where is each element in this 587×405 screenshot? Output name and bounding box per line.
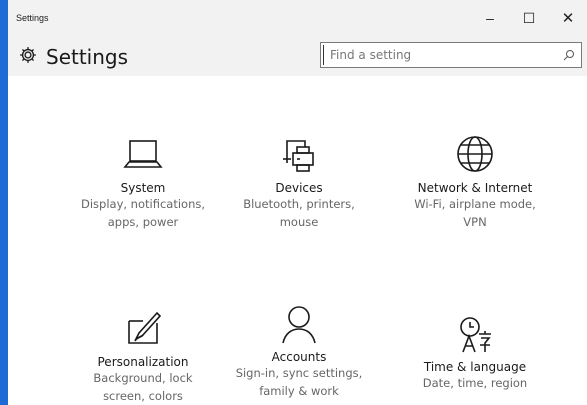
tile-title: Devices xyxy=(275,181,323,195)
person-icon xyxy=(282,306,316,344)
window-title: Settings xyxy=(16,13,49,23)
tile-personalization[interactable]: Personalization Background, lock screen,… xyxy=(58,309,228,405)
tile-desc-line2: VPN xyxy=(463,215,487,229)
tile-title: Accounts xyxy=(271,350,327,364)
minimize-button[interactable]: – xyxy=(472,6,508,30)
tile-title: Network & Internet xyxy=(417,181,533,195)
settings-header: Settings xyxy=(8,36,587,76)
tile-desc-line1: Bluetooth, printers, xyxy=(243,197,355,211)
devices-printer-icon xyxy=(283,140,314,172)
search-box[interactable] xyxy=(320,42,582,68)
search-input[interactable] xyxy=(323,45,559,65)
tile-desc-line2: mouse xyxy=(279,215,319,229)
tile-title: Personalization xyxy=(97,355,189,369)
personalization-icon xyxy=(128,311,162,344)
close-button[interactable]: ✕ xyxy=(550,6,586,30)
tile-time-language[interactable]: Time & language Date, time, region xyxy=(390,314,560,392)
title-bar[interactable]: Settings – ☐ ✕ xyxy=(8,0,587,36)
tile-desc-line1: Wi-Fi, airplane mode, xyxy=(414,197,536,211)
laptop-icon xyxy=(123,140,163,168)
tile-desc-line1: Background, lock xyxy=(93,371,193,385)
search-icon[interactable] xyxy=(563,49,575,61)
tile-title: Time & language xyxy=(423,360,527,374)
gear-icon xyxy=(20,47,36,63)
tile-desc-line1: Date, time, region xyxy=(422,376,528,390)
tile-desc-line2: apps, power xyxy=(107,215,179,229)
maximize-button[interactable]: ☐ xyxy=(511,6,547,30)
tile-desc-line1: Sign-in, sync settings, xyxy=(235,366,363,380)
tile-title: System xyxy=(120,181,166,195)
tile-devices[interactable]: Devices Bluetooth, printers, mouse xyxy=(214,135,384,231)
globe-icon xyxy=(457,136,493,172)
settings-window: Settings – ☐ ✕ Settings Find a setting S… xyxy=(8,0,587,405)
tile-desc-line1: Display, notifications, xyxy=(80,197,206,211)
tile-accounts[interactable]: Accounts Sign-in, sync settings, family … xyxy=(214,304,384,400)
page-title: Settings xyxy=(46,45,129,69)
tile-system[interactable]: System Display, notifications, apps, pow… xyxy=(58,135,228,231)
tile-desc-line2: family & work xyxy=(259,384,339,398)
tile-network-internet[interactable]: Network & Internet Wi-Fi, airplane mode,… xyxy=(390,135,560,231)
tile-desc-line2: screen, colors xyxy=(103,389,183,403)
time-language-icon xyxy=(460,317,491,353)
